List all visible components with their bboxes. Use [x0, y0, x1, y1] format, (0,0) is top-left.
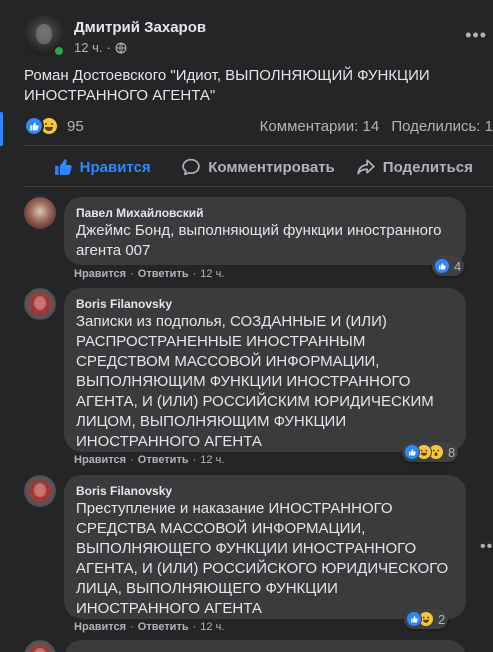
comments-count-link[interactable]: Комментарии: 14 — [260, 118, 380, 135]
commenter-avatar[interactable] — [24, 640, 56, 652]
comment-reaction-count: 4 — [454, 258, 462, 274]
post-actions: Нравится Комментировать Поделиться — [24, 150, 493, 184]
post-text: Роман Достоевского "Идиот, ВЫПОЛНЯЮЩИЙ Ф… — [24, 67, 430, 104]
comment-text: Преступление и наказание ИНОСТРАННОГО СР… — [76, 500, 449, 617]
like-reaction-icon — [406, 611, 422, 627]
online-status-indicator — [53, 45, 65, 57]
globe-icon — [115, 42, 127, 53]
comment-author[interactable]: Павел Михайловский — [76, 205, 454, 221]
comment-reply-link[interactable]: Ответить — [138, 621, 189, 633]
like-button[interactable]: Нравится — [24, 150, 180, 184]
like-reaction-icon — [24, 116, 44, 136]
commenter-avatar[interactable] — [24, 197, 56, 229]
comment-time[interactable]: 12 ч. — [200, 621, 224, 633]
reactions-summary[interactable]: 95 Комментарии: 14 Поделились: 1 — [24, 114, 493, 138]
comment-actions: Нравится · Ответить · 12 ч. — [74, 454, 225, 466]
more-options-icon[interactable]: ••• — [465, 26, 487, 44]
comment-actions: Нравится · Ответить · 12 ч. — [74, 268, 225, 280]
comment-like-link[interactable]: Нравится — [74, 268, 126, 280]
comment-text: Записки из подполья, СОЗДАННЫЕ И (ИЛИ) Р… — [76, 313, 434, 450]
comment-text: Джеймс Бонд, выполняющий функции иностра… — [76, 222, 442, 259]
comment-bubble: Boris Filanovsky Записки из подполья, СО… — [64, 288, 466, 452]
post-header: Дмитрий Захаров 12 ч. · ••• — [24, 16, 493, 60]
more-options-icon[interactable]: ••• — [480, 539, 493, 555]
comment-reactions[interactable]: 2 — [404, 609, 449, 629]
comment-author[interactable]: Boris Filanovsky — [76, 483, 454, 499]
reaction-icons — [24, 116, 59, 136]
post-meta: 12 ч. · — [74, 40, 127, 55]
comment-like-link[interactable]: Нравится — [74, 621, 126, 633]
post-time[interactable]: 12 ч. — [74, 40, 102, 55]
comment-bubble: Boris Filanovsky Преступление и наказани… — [64, 475, 466, 619]
like-reaction-icon — [434, 258, 450, 274]
comment-time[interactable]: 12 ч. — [200, 454, 224, 466]
like-button-label: Нравится — [79, 158, 151, 176]
share-button[interactable]: Поделиться — [337, 150, 493, 184]
comment-reactions[interactable]: 8 — [402, 442, 459, 462]
commenter-avatar[interactable] — [24, 475, 56, 507]
reaction-count: 95 — [67, 117, 84, 135]
comment-reaction-count: 8 — [448, 444, 456, 460]
comment-author[interactable]: Boris Filanovsky — [76, 296, 454, 312]
comment-bubble — [64, 640, 466, 652]
comment-icon — [182, 158, 200, 176]
focus-indicator — [0, 112, 3, 146]
comment-bubble: Павел Михайловский Джеймс Бонд, выполняю… — [64, 197, 466, 265]
comment-button[interactable]: Комментировать — [180, 150, 336, 184]
comment-reactions[interactable]: 4 — [432, 256, 465, 276]
comment-reply-link[interactable]: Ответить — [138, 268, 189, 280]
comment-time[interactable]: 12 ч. — [200, 268, 224, 280]
post-stats: Комментарии: 14 Поделились: 1 — [260, 118, 493, 135]
share-button-label: Поделиться — [382, 158, 473, 176]
divider — [24, 186, 493, 187]
like-reaction-icon — [404, 444, 420, 460]
divider — [24, 145, 493, 146]
commenter-avatar[interactable] — [24, 288, 56, 320]
comment-like-link[interactable]: Нравится — [74, 454, 126, 466]
thumbs-up-icon — [54, 159, 72, 175]
comment-reply-link[interactable]: Ответить — [138, 454, 189, 466]
author-name[interactable]: Дмитрий Захаров — [74, 19, 206, 36]
comment-actions: Нравится · Ответить · 12 ч. — [74, 621, 225, 633]
comment-reaction-count: 2 — [438, 611, 446, 627]
shares-count-link[interactable]: Поделились: 1 — [391, 118, 493, 135]
comment-button-label: Комментировать — [208, 158, 335, 176]
share-icon — [357, 159, 375, 175]
